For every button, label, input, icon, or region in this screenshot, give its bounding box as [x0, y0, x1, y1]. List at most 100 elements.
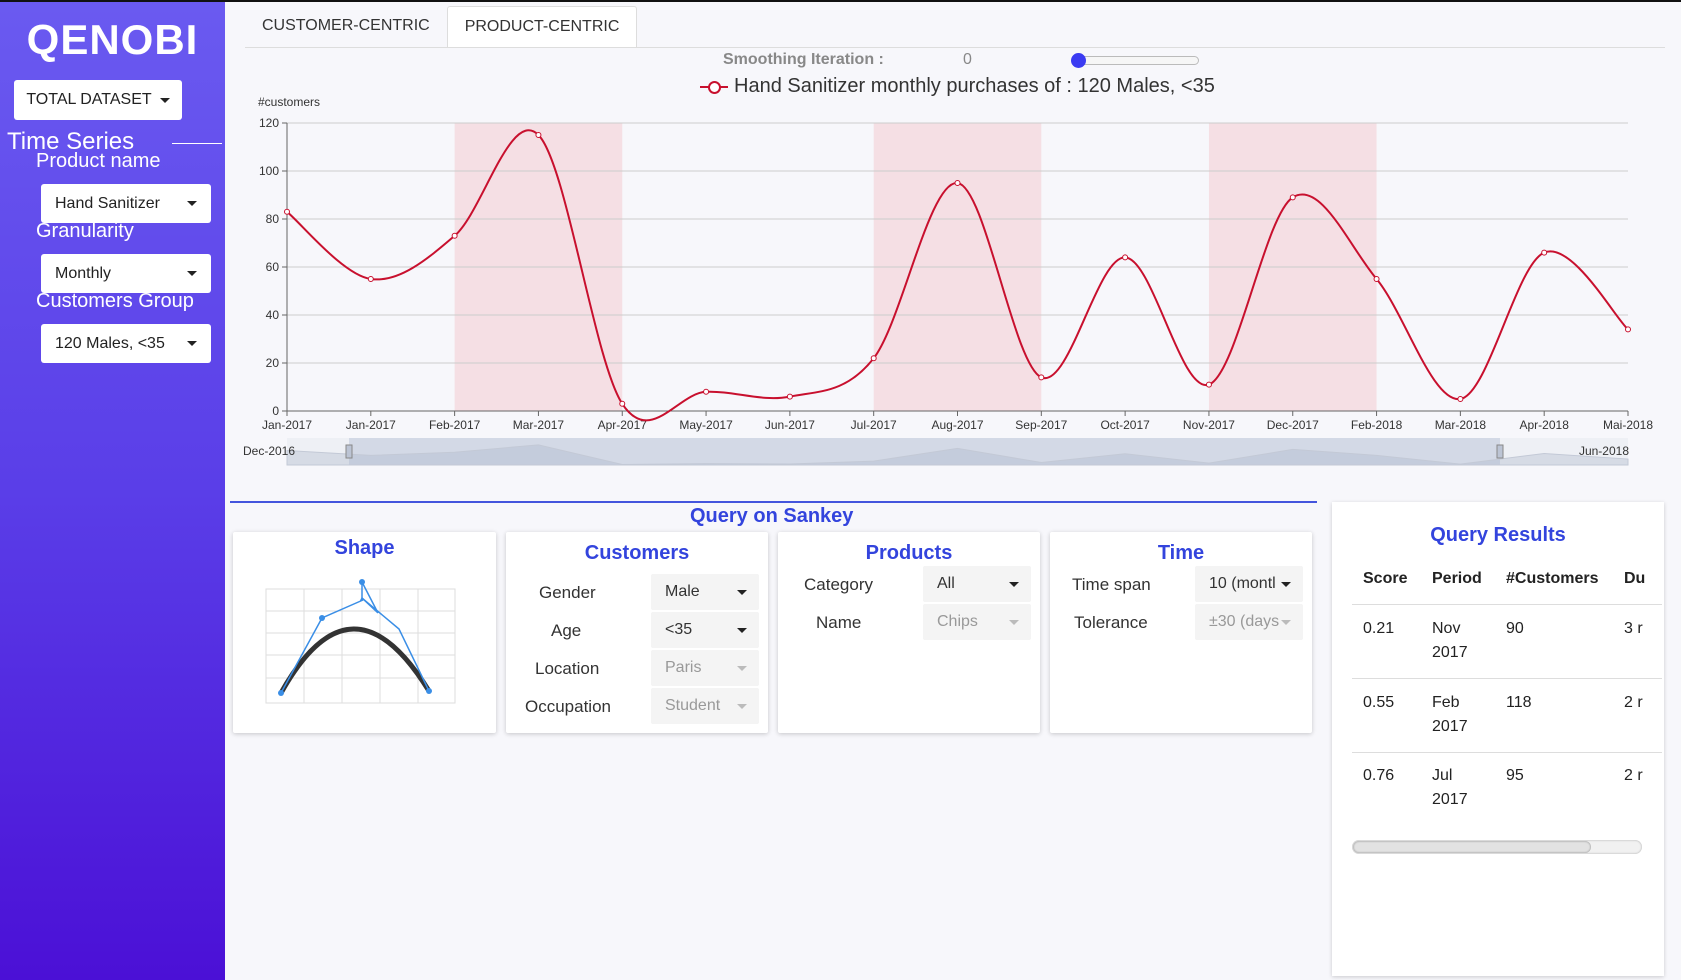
y-tick-label: 20	[266, 356, 280, 370]
data-point[interactable]	[619, 400, 626, 407]
time-span-label: Time span	[1072, 575, 1151, 594]
sidebar: QENOBI TOTAL DATASET Time Series Product…	[0, 2, 225, 980]
data-point[interactable]	[786, 393, 793, 400]
product-name-select[interactable]: Hand Sanitizer	[41, 184, 211, 223]
data-point[interactable]	[1038, 374, 1045, 381]
data-point[interactable]	[1289, 194, 1296, 201]
data-point[interactable]	[1205, 381, 1212, 388]
data-point[interactable]	[1541, 249, 1548, 256]
caret-down-icon	[1281, 582, 1291, 587]
duration-cell: 2 r	[1624, 767, 1643, 784]
time-series-chart[interactable]: 0 20 40 60 80 100 120 #customers Jan-2017 Jan-201…	[240, 92, 1660, 472]
caret-down-icon	[187, 201, 197, 206]
shape-sketch[interactable]	[233, 532, 496, 733]
smoothing-slider[interactable]	[1072, 56, 1199, 65]
caret-down-icon	[737, 704, 747, 709]
caret-down-icon	[187, 341, 197, 346]
x-tick-label: Jan-2017	[346, 418, 396, 432]
shape-control-line	[361, 581, 379, 614]
data-point[interactable]	[1457, 396, 1464, 402]
products-title: Products	[865, 542, 953, 564]
customers-group-select[interactable]: 120 Males, <35	[41, 324, 211, 363]
location-select[interactable]: Paris	[651, 650, 759, 686]
caret-down-icon	[1281, 620, 1291, 625]
y-tick-label: 100	[259, 164, 279, 178]
period-year-cell: 2017	[1432, 718, 1468, 735]
data-point[interactable]	[1373, 276, 1380, 282]
smoothing-slider-handle[interactable]	[1071, 53, 1086, 68]
x-tick-label: Jan-2017	[262, 418, 312, 432]
navigator-left-handle[interactable]	[345, 444, 353, 459]
age-select[interactable]: <35	[651, 612, 759, 648]
data-point[interactable]	[284, 208, 290, 215]
tab-product-centric[interactable]: PRODUCT-CENTRIC	[446, 6, 638, 48]
total-dataset-dropdown[interactable]: TOTAL DATASET	[14, 80, 182, 120]
column-header-period: Period	[1432, 570, 1482, 587]
navigator-right-handle[interactable]	[1496, 444, 1504, 459]
data-point[interactable]	[870, 355, 877, 362]
data-point[interactable]	[703, 388, 710, 395]
gender-select[interactable]: Male	[651, 574, 759, 610]
y-tick-label: 40	[266, 308, 280, 322]
location-value: Paris	[665, 659, 702, 676]
caret-down-icon	[159, 97, 170, 103]
time-span-select[interactable]: 10 (montl	[1195, 566, 1303, 602]
x-tick-label: Jul-2017	[851, 418, 897, 432]
product-name-value: Hand Sanitizer	[55, 194, 160, 212]
x-tick-label: Mai-2018	[1603, 418, 1653, 432]
y-tick-label: 80	[266, 212, 280, 226]
product-name-query-value: Chips	[937, 613, 978, 630]
caret-down-icon	[187, 271, 197, 276]
data-point[interactable]	[451, 232, 458, 239]
dataset-label: TOTAL DATASET	[26, 91, 152, 108]
scrollbar-thumb[interactable]	[1353, 841, 1591, 853]
data-point[interactable]	[535, 132, 542, 138]
granularity-label: Granularity	[36, 220, 134, 242]
shape-card: Shape	[233, 532, 496, 733]
duration-cell: 2 r	[1624, 694, 1643, 711]
x-tick-label: Feb-2017	[429, 418, 481, 432]
query-results-panel: Query Results Score Period #Customers Du…	[1332, 502, 1664, 976]
occupation-label: Occupation	[525, 697, 611, 716]
data-point[interactable]	[1625, 326, 1631, 333]
results-horizontal-scrollbar[interactable]	[1352, 840, 1642, 854]
occupation-select[interactable]: Student	[651, 688, 759, 724]
occupation-value: Student	[665, 697, 721, 714]
customers-cell: 90	[1506, 620, 1524, 637]
x-tick-label: Aug-2017	[931, 418, 983, 432]
product-name-query-select[interactable]: Chips	[923, 604, 1031, 640]
column-header-score: Score	[1363, 570, 1408, 587]
x-tick-label: Mar-2017	[513, 418, 565, 432]
score-cell: 0.76	[1363, 767, 1395, 784]
tab-customer-centric[interactable]: CUSTOMER-CENTRIC	[245, 6, 447, 48]
granularity-select[interactable]: Monthly	[41, 254, 211, 293]
y-tick-label: 60	[266, 260, 280, 274]
period-year-cell: 2017	[1432, 644, 1468, 661]
x-tick-label: Dec-2017	[1267, 418, 1319, 432]
query-results-title: Query Results	[1430, 524, 1566, 546]
category-select[interactable]: All	[923, 566, 1031, 602]
x-tick-label: Apr-2018	[1520, 418, 1570, 432]
data-point[interactable]	[367, 276, 374, 282]
x-tick-label: May-2017	[679, 418, 733, 432]
customers-group-value: 120 Males, <35	[55, 334, 165, 352]
gender-value: Male	[665, 583, 700, 600]
table-header-divider	[1352, 604, 1662, 605]
caret-down-icon	[737, 628, 747, 633]
x-tick-label: Jun-2017	[765, 418, 815, 432]
category-value: All	[937, 575, 955, 592]
customers-cell: 118	[1506, 694, 1532, 711]
customers-cell: 95	[1506, 767, 1524, 784]
time-span-value: 10 (montl	[1209, 575, 1276, 592]
time-title: Time	[1157, 542, 1205, 564]
data-point[interactable]	[954, 180, 961, 186]
x-tick-label: Nov-2017	[1183, 418, 1235, 432]
column-header-customers: #Customers	[1506, 570, 1599, 587]
smoothing-label: Smoothing Iteration :	[723, 51, 884, 68]
tolerance-select[interactable]: ±30 (days	[1195, 604, 1303, 640]
tolerance-label: Tolerance	[1074, 613, 1148, 632]
granularity-value: Monthly	[55, 264, 112, 282]
data-point[interactable]	[1122, 254, 1129, 261]
customers-card: Customers Gender Male Age <35 Location P…	[506, 532, 768, 733]
score-cell: 0.21	[1363, 620, 1395, 637]
